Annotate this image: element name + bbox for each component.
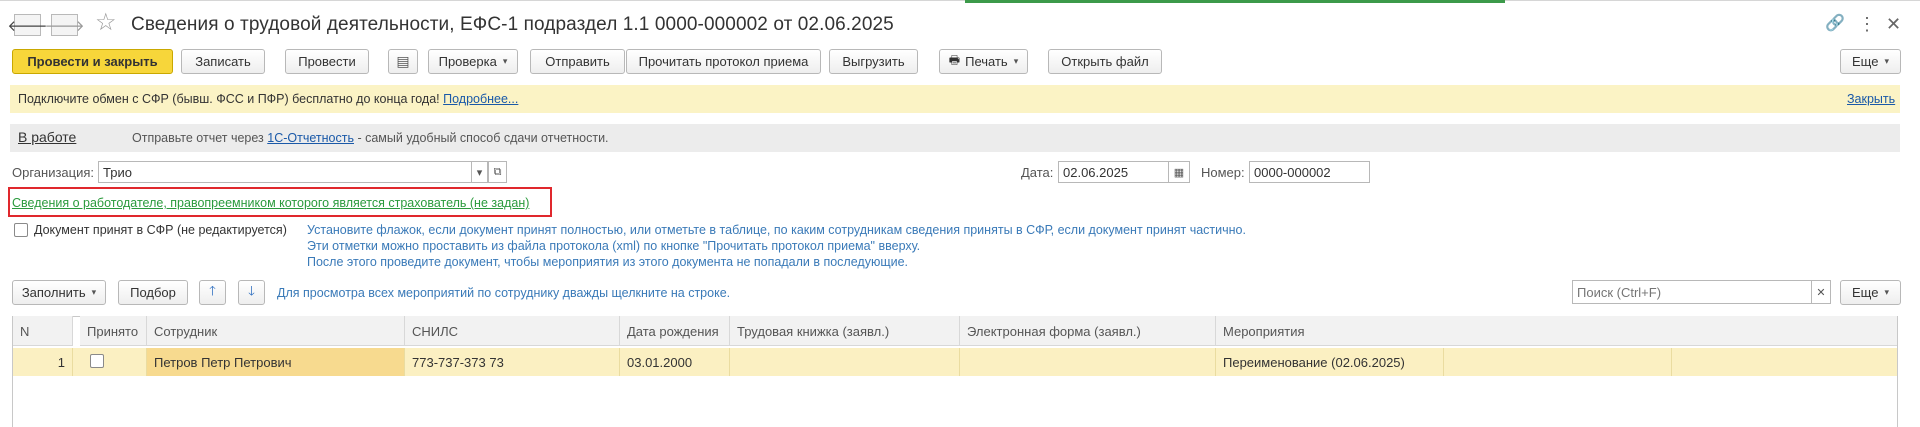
close-icon[interactable]: ✕ [1886, 14, 1901, 34]
active-tab-indicator [965, 0, 1505, 3]
arrow-left-icon: 🡐 [7, 17, 48, 35]
reporting-link[interactable]: 1С-Отчетность [267, 131, 354, 145]
status-text-before: Отправьте отчет через [132, 131, 264, 145]
cell-birth-date: 03.01.2000 [620, 348, 730, 376]
back-button[interactable]: 🡐 [7, 14, 48, 36]
move-up-button[interactable]: 🡑 [199, 280, 226, 305]
calendar-icon: ▦ [1173, 166, 1185, 179]
read-protocol-button[interactable]: Прочитать протокол приема [626, 49, 821, 74]
arrow-down-icon: 🡓 [248, 282, 255, 298]
send-button[interactable]: Отправить [530, 49, 625, 74]
check-dropdown-button[interactable]: Проверка [428, 49, 518, 74]
report-list-button[interactable]: ▤ [388, 49, 418, 74]
number-label: Номер: [1201, 165, 1245, 180]
cell-work-book [730, 348, 960, 376]
clear-icon: ✕ [1816, 286, 1826, 299]
status-text: Отправьте отчет через 1С-Отчетность - са… [132, 131, 609, 145]
arrow-right-icon: 🡒 [44, 17, 85, 35]
hint-line-2: Эти отметки можно проставить из файла пр… [307, 239, 921, 253]
fill-label: Заполнить [21, 285, 86, 300]
promo-text: Подключите обмен с СФР (бывш. ФСС и ПФР)… [18, 92, 440, 106]
hint-line-1: Установите флажок, если документ принят … [307, 223, 1246, 237]
arrow-up-icon: 🡑 [209, 282, 216, 298]
search-clear-button[interactable]: ✕ [1811, 280, 1831, 304]
more-dropdown-button[interactable]: Еще [1840, 49, 1901, 74]
column-header-n[interactable]: N [13, 316, 73, 346]
status-text-after: - самый удобный способ сдачи отчетности. [357, 131, 609, 145]
date-field[interactable]: 02.06.2025 [1058, 161, 1169, 183]
table-hint: Для просмотра всех мероприятий по сотруд… [277, 286, 731, 300]
search-input[interactable] [1572, 280, 1812, 304]
organization-field[interactable]: Трио [98, 161, 472, 183]
row-accepted-checkbox[interactable] [90, 354, 104, 368]
table-more-dropdown-button[interactable]: Еще [1840, 280, 1901, 305]
printer-icon: 🖶 [948, 53, 961, 67]
cell-accepted [80, 348, 147, 376]
promo-banner-text: Подключите обмен с СФР (бывш. ФСС и ПФР)… [18, 92, 518, 106]
cell-electronic-form [960, 348, 1216, 376]
favorite-star-icon[interactable]: ☆ [95, 11, 117, 35]
cell-snils: 773-737-373 73 [405, 348, 620, 376]
link-icon[interactable]: 🔗 [1825, 14, 1845, 34]
open-icon: ⧉ [493, 165, 502, 178]
page-title: Сведения о трудовой деятельности, ЕФС-1 … [131, 14, 894, 35]
column-header-electronic-form[interactable]: Электронная форма (заявл.) [960, 316, 1216, 346]
promo-more-link[interactable]: Подробнее... [443, 92, 518, 106]
organization-open-button[interactable]: ⧉ [488, 161, 507, 183]
cell-events: Переименование (02.06.2025) [1216, 348, 1444, 376]
more-label: Еще [1852, 54, 1879, 69]
cell-n: 1 [13, 348, 73, 376]
organization-label: Организация: [12, 165, 95, 180]
cell-events-extra-1 [1444, 348, 1672, 376]
cell-employee[interactable]: Петров Петр Петрович [147, 348, 405, 376]
check-label: Проверка [438, 54, 497, 69]
date-label: Дата: [1021, 165, 1054, 180]
list-icon: ▤ [396, 53, 410, 69]
accepted-checkbox[interactable] [14, 223, 28, 237]
column-header-birth-date[interactable]: Дата рождения [620, 316, 730, 346]
post-and-close-button[interactable]: Провести и закрыть [12, 49, 173, 74]
column-header-employee[interactable]: Сотрудник [147, 316, 405, 346]
accepted-label: Документ принят в СФР (не редактируется) [34, 223, 287, 237]
hint-line-3: После этого проведите документ, чтобы ме… [307, 255, 909, 269]
number-field[interactable]: 0000-000002 [1249, 161, 1370, 183]
forward-button[interactable]: 🡒 [44, 14, 85, 36]
status-label[interactable]: В работе [18, 129, 76, 145]
organization-dropdown[interactable]: ▾ [471, 161, 488, 183]
column-header-events[interactable]: Мероприятия [1216, 316, 1897, 346]
highlight-box [8, 187, 552, 217]
upload-button[interactable]: Выгрузить [829, 49, 918, 74]
chevron-down-icon: ▾ [476, 166, 483, 179]
post-button[interactable]: Провести [285, 49, 369, 74]
fill-dropdown-button[interactable]: Заполнить [12, 280, 106, 305]
column-header-accepted[interactable]: Принято [80, 316, 147, 346]
calendar-button[interactable]: ▦ [1168, 161, 1190, 183]
print-label: Печать [965, 54, 1008, 69]
banner-close-link[interactable]: Закрыть [1847, 92, 1895, 106]
cell-events-extra-2 [1672, 348, 1897, 376]
column-header-snils[interactable]: СНИЛС [405, 316, 620, 346]
vertical-dots-icon[interactable]: ⋮ [1858, 14, 1876, 34]
move-down-button[interactable]: 🡓 [238, 280, 265, 305]
top-border [0, 0, 1920, 1]
print-dropdown-button[interactable]: 🖶 Печать [939, 49, 1028, 74]
select-button[interactable]: Подбор [118, 280, 188, 305]
open-file-button[interactable]: Открыть файл [1048, 49, 1162, 74]
column-header-work-book[interactable]: Трудовая книжка (заявл.) [730, 316, 960, 346]
table-more-label: Еще [1852, 285, 1879, 300]
save-button[interactable]: Записать [181, 49, 265, 74]
